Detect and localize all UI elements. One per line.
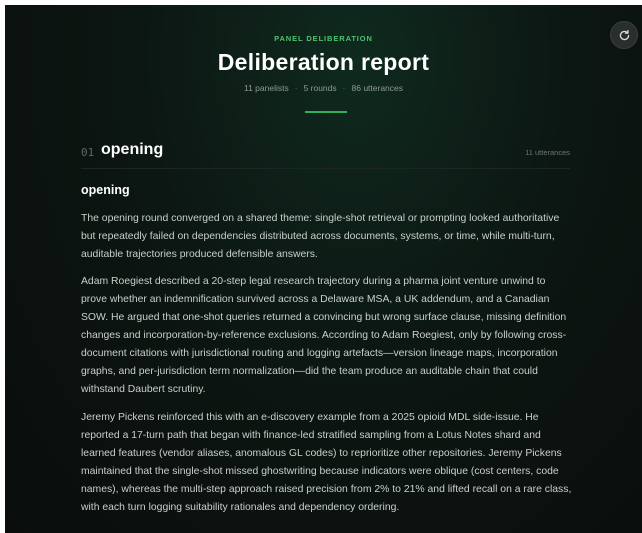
- section-header: 01 opening 11 utterances: [81, 141, 570, 169]
- summary-paragraph: The opening round converged on a shared …: [81, 213, 560, 260]
- title-divider: [305, 111, 347, 113]
- report-meta: 11 panelists · 5 rounds · 86 utterances: [5, 83, 642, 93]
- summary-paragraph: Jeremy Pickens reinforced this with an e…: [81, 412, 572, 513]
- section-utterance-count: 11 utterances: [525, 148, 570, 157]
- utterances-count: 86 utterances: [351, 83, 404, 93]
- summary-paragraph: Adam Roegiest described a 20-step legal …: [81, 276, 567, 395]
- report-eyebrow: PANEL DELIBERATION: [274, 34, 373, 43]
- panelists-count: 11 panelists: [243, 83, 289, 93]
- report-panel: PANEL DELIBERATION Deliberation report 1…: [5, 5, 642, 533]
- section-number: 01: [81, 146, 95, 159]
- meta-separator: ·: [294, 83, 298, 93]
- section-subtitle: opening: [81, 183, 130, 197]
- section-title: opening: [101, 141, 164, 158]
- page-title: Deliberation report: [217, 49, 430, 75]
- rounds-count: 5 rounds: [303, 83, 337, 93]
- meta-separator: ·: [342, 83, 346, 93]
